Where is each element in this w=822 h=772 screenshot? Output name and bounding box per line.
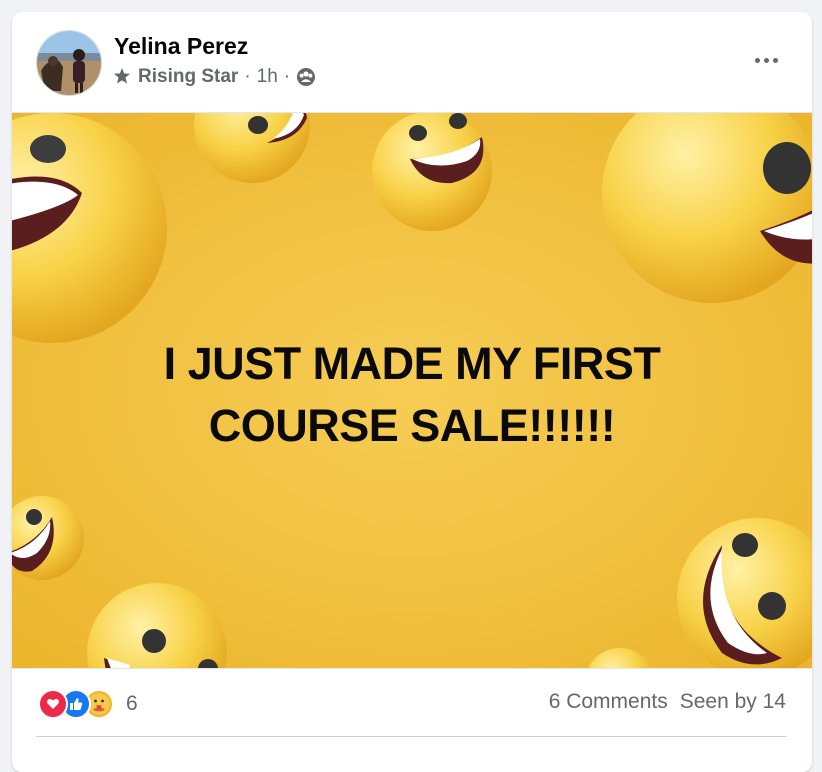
post-image-text: I JUST MADE MY FIRST COURSE SALE!!!!!! — [163, 338, 661, 451]
reactions-summary[interactable]: 6 — [38, 689, 138, 719]
footer-divider — [36, 736, 786, 737]
author-avatar[interactable] — [36, 30, 102, 96]
seen-by-link[interactable]: Seen by 14 — [680, 690, 786, 714]
meta-separator: · — [244, 66, 251, 87]
emoji-face — [372, 113, 492, 231]
post-stats: 6 Comments Seen by 14 — [549, 690, 786, 714]
more-dot — [754, 57, 760, 63]
post-image[interactable]: I JUST MADE MY FIRST COURSE SALE!!!!!! — [12, 112, 812, 669]
love-reaction-icon — [38, 689, 68, 719]
post-header: Yelina Perez Rising Star · 1h · — [12, 12, 812, 112]
meta-separator-2: · — [283, 66, 291, 87]
post-footer: 6 6 Comments Seen by 14 — [12, 667, 812, 737]
member-badge[interactable]: Rising Star — [138, 66, 238, 88]
rising-star-icon — [114, 68, 130, 84]
comments-link[interactable]: 6 Comments — [549, 690, 668, 714]
post-card: Yelina Perez Rising Star · 1h · I JUST M… — [12, 12, 812, 772]
more-options-icon[interactable] — [746, 50, 786, 70]
more-dot — [763, 57, 769, 63]
more-dot — [772, 57, 778, 63]
avatar-photo — [37, 31, 101, 95]
post-meta: Rising Star · 1h · — [112, 66, 316, 88]
reaction-count: 6 — [126, 692, 138, 715]
post-time[interactable]: 1h — [257, 66, 278, 88]
group-icon[interactable] — [296, 67, 316, 87]
author-name[interactable]: Yelina Perez — [114, 33, 248, 60]
